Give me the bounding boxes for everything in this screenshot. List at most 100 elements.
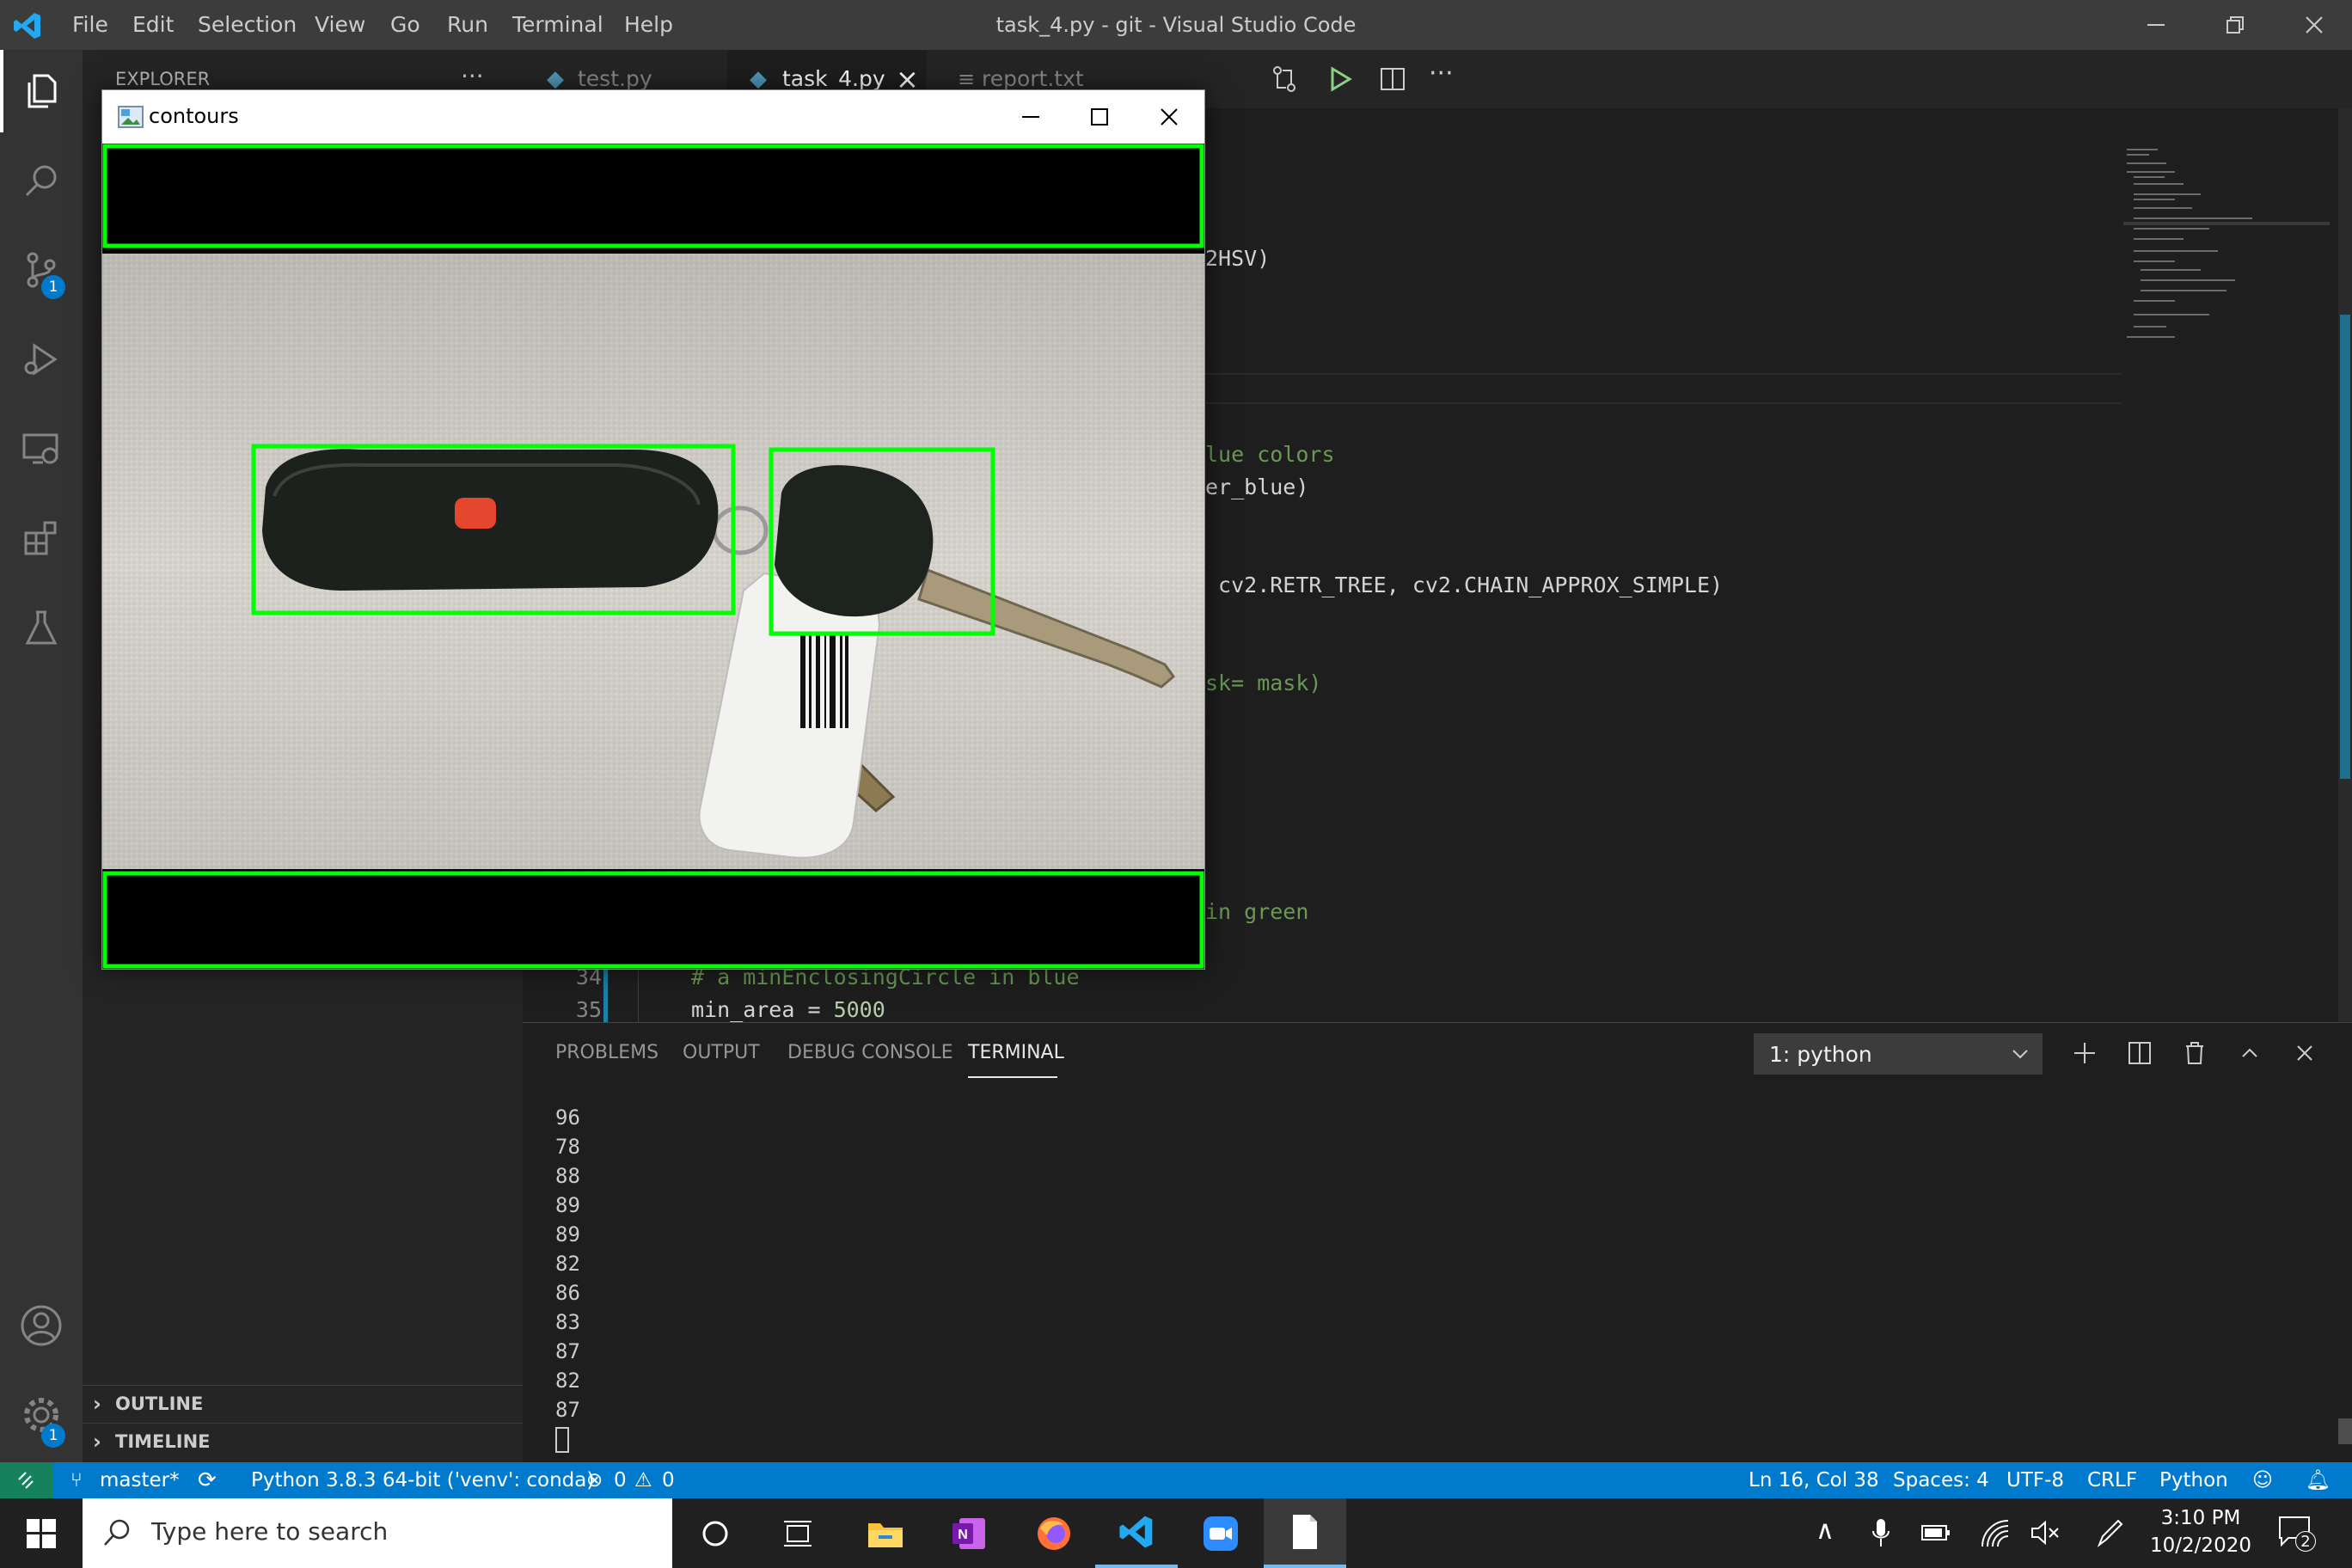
run-debug-activity[interactable] (0, 318, 83, 401)
show-hidden-icons-button[interactable]: ∧ (1816, 1516, 1834, 1546)
onenote-app[interactable]: N (928, 1498, 1011, 1568)
terminal-line: 82 (555, 1369, 580, 1393)
title-bar: File Edit Selection View Go Run Terminal… (0, 0, 2352, 50)
code-fragment-find-contours: cv2.RETR_TREE, cv2.CHAIN_APPROX_SIMPLE) (1205, 573, 1724, 597)
encoding[interactable]: UTF-8 (2006, 1462, 2064, 1498)
taskbar-clock[interactable]: 3:10 PM 10/2/2020 (2141, 1504, 2261, 1564)
remote-explorer-activity[interactable] (0, 407, 83, 490)
chevron-right-icon: › (93, 1430, 101, 1454)
menu-selection[interactable]: Selection (198, 0, 297, 50)
sidebar-more-button[interactable]: ··· (461, 62, 484, 90)
indentation[interactable]: Spaces: 4 (1893, 1462, 1989, 1498)
cv-close-button[interactable] (1134, 90, 1204, 144)
warning-count[interactable]: 0 (662, 1462, 675, 1498)
end-of-line[interactable]: CRLF (2087, 1462, 2137, 1498)
code-number: 5000 (833, 997, 885, 1022)
terminal-line: 89 (555, 1222, 580, 1246)
activity-bar: 1 1 (0, 50, 83, 1462)
close-window-button[interactable] (2280, 0, 2349, 50)
tab-problems[interactable]: PROBLEMS (555, 1042, 658, 1063)
taskbar-search-box[interactable]: Type here to search (83, 1498, 672, 1568)
chevron-right-icon: › (93, 1392, 101, 1416)
code-fragment-mask: sk= mask) (1205, 671, 1322, 695)
run-file-button[interactable] (1326, 65, 1353, 93)
maximize-panel-button[interactable] (2237, 1040, 2263, 1069)
terminal-scrollbar[interactable] (2338, 1418, 2352, 1444)
timeline-section[interactable]: › TIMELINE (83, 1423, 523, 1460)
kill-terminal-button[interactable] (2182, 1040, 2208, 1069)
close-panel-button[interactable] (2292, 1040, 2318, 1069)
pen-workspace-icon[interactable] (2094, 1517, 2125, 1552)
compare-icon (1273, 66, 1295, 92)
editor-scrollbar[interactable] (2338, 108, 2352, 1022)
extensions-icon (24, 521, 57, 555)
restore-icon (2226, 16, 2244, 34)
feedback-icon[interactable]: ☺ (2252, 1462, 2273, 1498)
more-actions-button[interactable]: ··· (1429, 58, 1454, 89)
minimize-icon (1022, 116, 1039, 118)
split-terminal-button[interactable] (2127, 1040, 2153, 1069)
minimap[interactable] (2123, 146, 2330, 456)
terminal-select[interactable]: 1: python (1754, 1033, 2043, 1075)
remote-indicator[interactable] (0, 1462, 53, 1498)
chevron-up-icon (2242, 1048, 2257, 1057)
sync-icon[interactable]: ⟳ (198, 1462, 217, 1498)
extensions-activity[interactable] (0, 497, 83, 579)
minimize-button[interactable] (2122, 0, 2190, 50)
menu-go[interactable]: Go (390, 0, 420, 50)
firefox-app[interactable] (1013, 1498, 1095, 1568)
battery-icon[interactable] (1920, 1521, 1951, 1548)
python-interpreter[interactable]: Python 3.8.3 64-bit ('venv': conda) (251, 1462, 594, 1498)
menu-help[interactable]: Help (624, 0, 673, 50)
svg-text:N: N (958, 1528, 968, 1542)
git-branch[interactable]: master* (100, 1462, 180, 1498)
terminal-output[interactable]: 96 78 88 89 89 82 86 83 87 82 87 (523, 1106, 2328, 1453)
menu-view[interactable]: View (315, 0, 365, 50)
notifications-bell-icon[interactable]: 🔔︎ (2306, 1462, 2331, 1498)
tab-label: task_4.py (782, 66, 885, 91)
tab-terminal[interactable]: TERMINAL (968, 1042, 1064, 1063)
task-view-button[interactable] (756, 1498, 839, 1568)
error-icon: ⊗ (586, 1469, 603, 1491)
open-changes-button[interactable] (1271, 65, 1298, 93)
explorer-activity[interactable] (0, 50, 83, 132)
source-control-activity[interactable]: 1 (0, 229, 83, 311)
zoom-app[interactable] (1179, 1498, 1262, 1568)
scroll-thumb[interactable] (2340, 315, 2350, 779)
contours-window-titlebar[interactable]: contours (102, 90, 1204, 144)
language-mode[interactable]: Python (2159, 1462, 2228, 1498)
panic-button (455, 498, 496, 529)
split-terminal-icon (2128, 1042, 2151, 1064)
volume-muted-icon[interactable] (2030, 1519, 2061, 1550)
cursor-position[interactable]: Ln 16, Col 38 (1749, 1462, 1879, 1498)
menu-edit[interactable]: Edit (132, 0, 174, 50)
manage-activity[interactable]: 1 (0, 1374, 83, 1456)
close-icon (2297, 1045, 2312, 1061)
remote-explorer-icon (22, 433, 58, 464)
split-editor-button[interactable] (1379, 65, 1406, 93)
wifi-icon[interactable] (1979, 1517, 2010, 1552)
search-activity[interactable] (0, 139, 83, 222)
accounts-activity[interactable] (0, 1284, 83, 1367)
testing-activity[interactable] (0, 586, 83, 669)
restore-button[interactable] (2201, 0, 2269, 50)
cv-maximize-button[interactable] (1065, 90, 1134, 144)
cortana-button[interactable] (674, 1498, 756, 1568)
vscode-app[interactable] (1095, 1498, 1178, 1568)
cv-minimize-button[interactable] (996, 90, 1065, 144)
notepad-app[interactable] (1264, 1498, 1346, 1568)
file-explorer-app[interactable] (844, 1498, 927, 1568)
microphone-icon[interactable] (1871, 1517, 1891, 1552)
menu-run[interactable]: Run (447, 0, 488, 50)
start-button[interactable] (0, 1498, 83, 1568)
tab-debug-console[interactable]: DEBUG CONSOLE (787, 1042, 953, 1063)
git-change-marker (603, 963, 608, 1023)
menu-file[interactable]: File (72, 0, 108, 50)
outline-section[interactable]: › OUTLINE (83, 1385, 523, 1422)
new-terminal-button[interactable] (2072, 1040, 2098, 1069)
tab-output[interactable]: OUTPUT (683, 1042, 760, 1063)
action-center-button[interactable]: 2 (2278, 1516, 2316, 1553)
remote-icon (18, 1472, 34, 1489)
error-count[interactable]: 0 (614, 1462, 627, 1498)
menu-terminal[interactable]: Terminal (512, 0, 603, 50)
